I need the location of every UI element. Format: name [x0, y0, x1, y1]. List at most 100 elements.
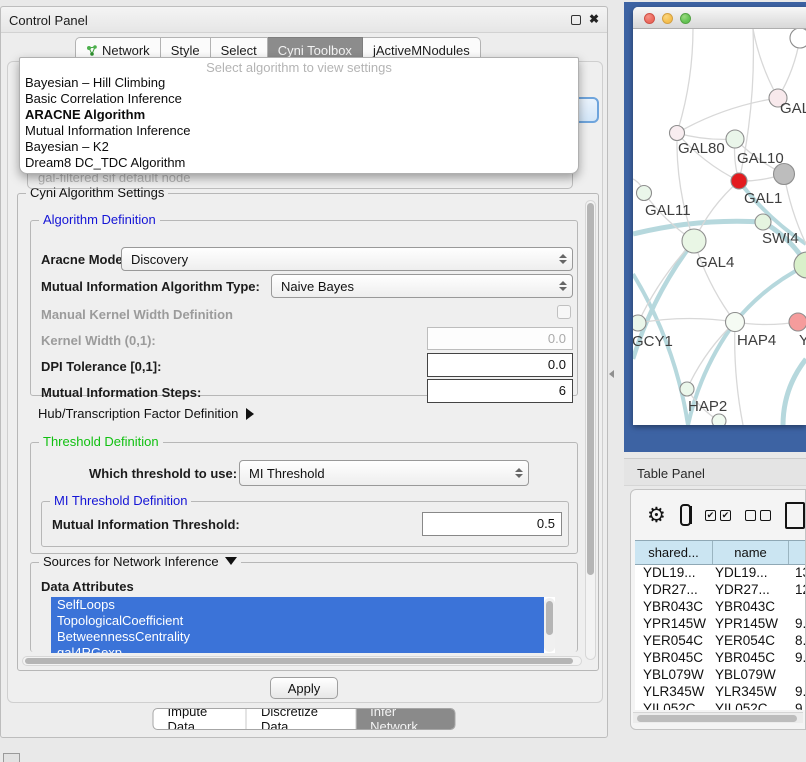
- scrollbar-thumb[interactable]: [637, 715, 797, 722]
- tab-discretize-data[interactable]: Discretize Data: [246, 709, 355, 729]
- dpi-tolerance-field[interactable]: 0.0: [427, 353, 573, 377]
- hub-definition-toggle[interactable]: Hub/Transcription Factor Definition: [38, 406, 254, 421]
- network-node[interactable]: [789, 313, 806, 331]
- table-row[interactable]: YDR27...YDR27...12: [635, 582, 806, 599]
- table-cell: 9.: [787, 650, 806, 667]
- which-threshold-combobox[interactable]: MI Threshold: [239, 460, 529, 486]
- network-edge[interactable]: [638, 318, 735, 323]
- which-threshold-label: Which threshold to use:: [89, 466, 237, 481]
- network-node[interactable]: [633, 315, 646, 331]
- network-canvas[interactable]: GALGAL80GAL10GAL1GAL11SWI4GAL4GCY1HAP4YH…: [633, 29, 806, 425]
- algorithm-popup-item[interactable]: Basic Correlation Inference: [20, 91, 578, 107]
- algorithm-popup-item[interactable]: ARACNE Algorithm: [20, 107, 578, 123]
- table-panel: ⚙ ✔✔ shared...name YDL19...YDL19...13YDR…: [630, 489, 806, 730]
- minimize-window-icon[interactable]: [662, 13, 673, 24]
- network-icon: [86, 45, 98, 57]
- table-row[interactable]: YER054CYER054C8.: [635, 633, 806, 650]
- table-cell: YBR043C: [635, 599, 707, 616]
- network-node[interactable]: [680, 382, 694, 396]
- table-cell: YBR043C: [707, 599, 787, 616]
- manual-kernel-width-label: Manual Kernel Width Definition: [41, 307, 233, 322]
- settings-horizontal-scrollbar[interactable]: [22, 656, 582, 666]
- expanded-arrow-icon: [225, 557, 237, 565]
- gear-icon[interactable]: ⚙: [647, 505, 666, 526]
- kernel-width-field[interactable]: 0.0: [427, 327, 573, 350]
- network-node[interactable]: [670, 126, 685, 141]
- list-vertical-scrollbar[interactable]: [544, 598, 555, 652]
- mi-steps-field[interactable]: 6: [427, 379, 573, 403]
- network-window[interactable]: GALGAL80GAL10GAL1GAL11SWI4GAL4GCY1HAP4YH…: [633, 7, 806, 425]
- table-row[interactable]: YBR045CYBR045C9.: [635, 650, 806, 667]
- algorithm-popup-item[interactable]: Dream8 DC_TDC Algorithm: [20, 155, 578, 171]
- table-cell: YPR145W: [707, 616, 787, 633]
- network-view-body[interactable]: GALGAL80GAL10GAL1GAL11SWI4GAL4GCY1HAP4YH…: [633, 29, 806, 425]
- zoom-window-icon[interactable]: [680, 13, 691, 24]
- manual-kernel-width-checkbox[interactable]: [557, 305, 571, 319]
- column-header[interactable]: [789, 541, 806, 564]
- network-node[interactable]: [726, 313, 745, 332]
- network-node[interactable]: [794, 252, 806, 278]
- network-node[interactable]: [790, 29, 806, 48]
- attribute-list-item[interactable]: gal4RGexp: [51, 645, 544, 653]
- network-node[interactable]: [731, 173, 747, 189]
- network-edge[interactable]: [677, 98, 778, 133]
- deselect-all-columns-icon[interactable]: [745, 510, 771, 521]
- table-cell: YPR145W: [635, 616, 707, 633]
- column-header[interactable]: shared...: [635, 541, 713, 564]
- mi-threshold-field[interactable]: 0.5: [422, 512, 562, 536]
- tab-label: Discretize Data: [261, 708, 341, 730]
- aracne-mode-combobox[interactable]: Discovery: [121, 247, 573, 271]
- scrollbar-thumb[interactable]: [546, 601, 553, 635]
- attribute-list-item[interactable]: SelfLoops: [51, 597, 544, 613]
- table-panel-titlebar: Table Panel: [624, 458, 806, 486]
- network-node[interactable]: [682, 229, 706, 253]
- table-horizontal-scrollbar[interactable]: [633, 712, 803, 723]
- table-row[interactable]: YBL079WYBL079W: [635, 667, 806, 684]
- network-edge[interactable]: [677, 29, 693, 133]
- mi-type-label: Mutual Information Algorithm Type:: [41, 279, 260, 294]
- node-label: GAL10: [737, 150, 784, 167]
- algorithm-definition-group: Algorithm Definition Aracne Mode: Discov…: [30, 220, 578, 396]
- attribute-list-item[interactable]: BetweennessCentrality: [51, 629, 544, 645]
- table-row[interactable]: YPR145WYPR145W9.: [635, 616, 806, 633]
- table-row[interactable]: YDL19...YDL19...13: [635, 565, 806, 582]
- export-table-icon[interactable]: [785, 502, 805, 529]
- network-node[interactable]: [637, 186, 652, 201]
- network-node[interactable]: [755, 214, 771, 230]
- network-edge[interactable]: [783, 359, 806, 425]
- node-label: GAL1: [744, 190, 782, 207]
- table-row[interactable]: YBR043CYBR043C: [635, 599, 806, 616]
- float-panel-icon[interactable]: [571, 15, 581, 25]
- mi-algorithm-type-combobox[interactable]: Naive Bayes: [271, 274, 573, 298]
- table-cell: 13: [787, 565, 806, 582]
- algorithm-popup-item[interactable]: Bayesian – K2: [20, 139, 578, 155]
- network-window-titlebar[interactable]: [633, 7, 806, 29]
- split-columns-icon[interactable]: [680, 504, 691, 526]
- close-icon[interactable]: ✖: [589, 12, 599, 26]
- scrollbar-thumb[interactable]: [25, 658, 573, 664]
- algorithm-popup-item[interactable]: Mutual Information Inference: [20, 123, 578, 139]
- table-cell: [787, 599, 806, 616]
- table-cell: YLR345W: [635, 684, 707, 701]
- column-header[interactable]: name: [713, 541, 789, 564]
- select-all-columns-icon[interactable]: ✔✔: [705, 510, 731, 521]
- network-node[interactable]: [726, 130, 744, 148]
- attribute-list-item[interactable]: TopologicalCoefficient: [51, 613, 544, 629]
- data-attributes-list[interactable]: SelfLoopsTopologicalCoefficientBetweenne…: [51, 597, 555, 653]
- settings-vertical-scrollbar[interactable]: [585, 200, 596, 660]
- minimized-panel-button[interactable]: [3, 753, 20, 762]
- tab-impute-data[interactable]: Impute Data: [154, 709, 246, 729]
- cyni-mode-tabs: Impute Data Discretize Data Infer Networ…: [153, 708, 456, 730]
- scrollbar-thumb[interactable]: [587, 203, 594, 575]
- apply-button[interactable]: Apply: [270, 677, 338, 699]
- table-row[interactable]: YLR345WYLR345W9.: [635, 684, 806, 701]
- table-cell: YDL19...: [635, 565, 707, 582]
- table-row[interactable]: YIL052CYIL052C9.: [635, 701, 806, 710]
- algorithm-popup-item[interactable]: Bayesian – Hill Climbing: [20, 75, 578, 91]
- close-window-icon[interactable]: [644, 13, 655, 24]
- network-edge[interactable]: [753, 29, 778, 98]
- tab-infer-network[interactable]: Infer Network: [355, 709, 454, 729]
- data-attributes-label: Data Attributes: [41, 579, 134, 594]
- network-node[interactable]: [712, 414, 726, 425]
- panel-splitter-handle[interactable]: [609, 370, 614, 378]
